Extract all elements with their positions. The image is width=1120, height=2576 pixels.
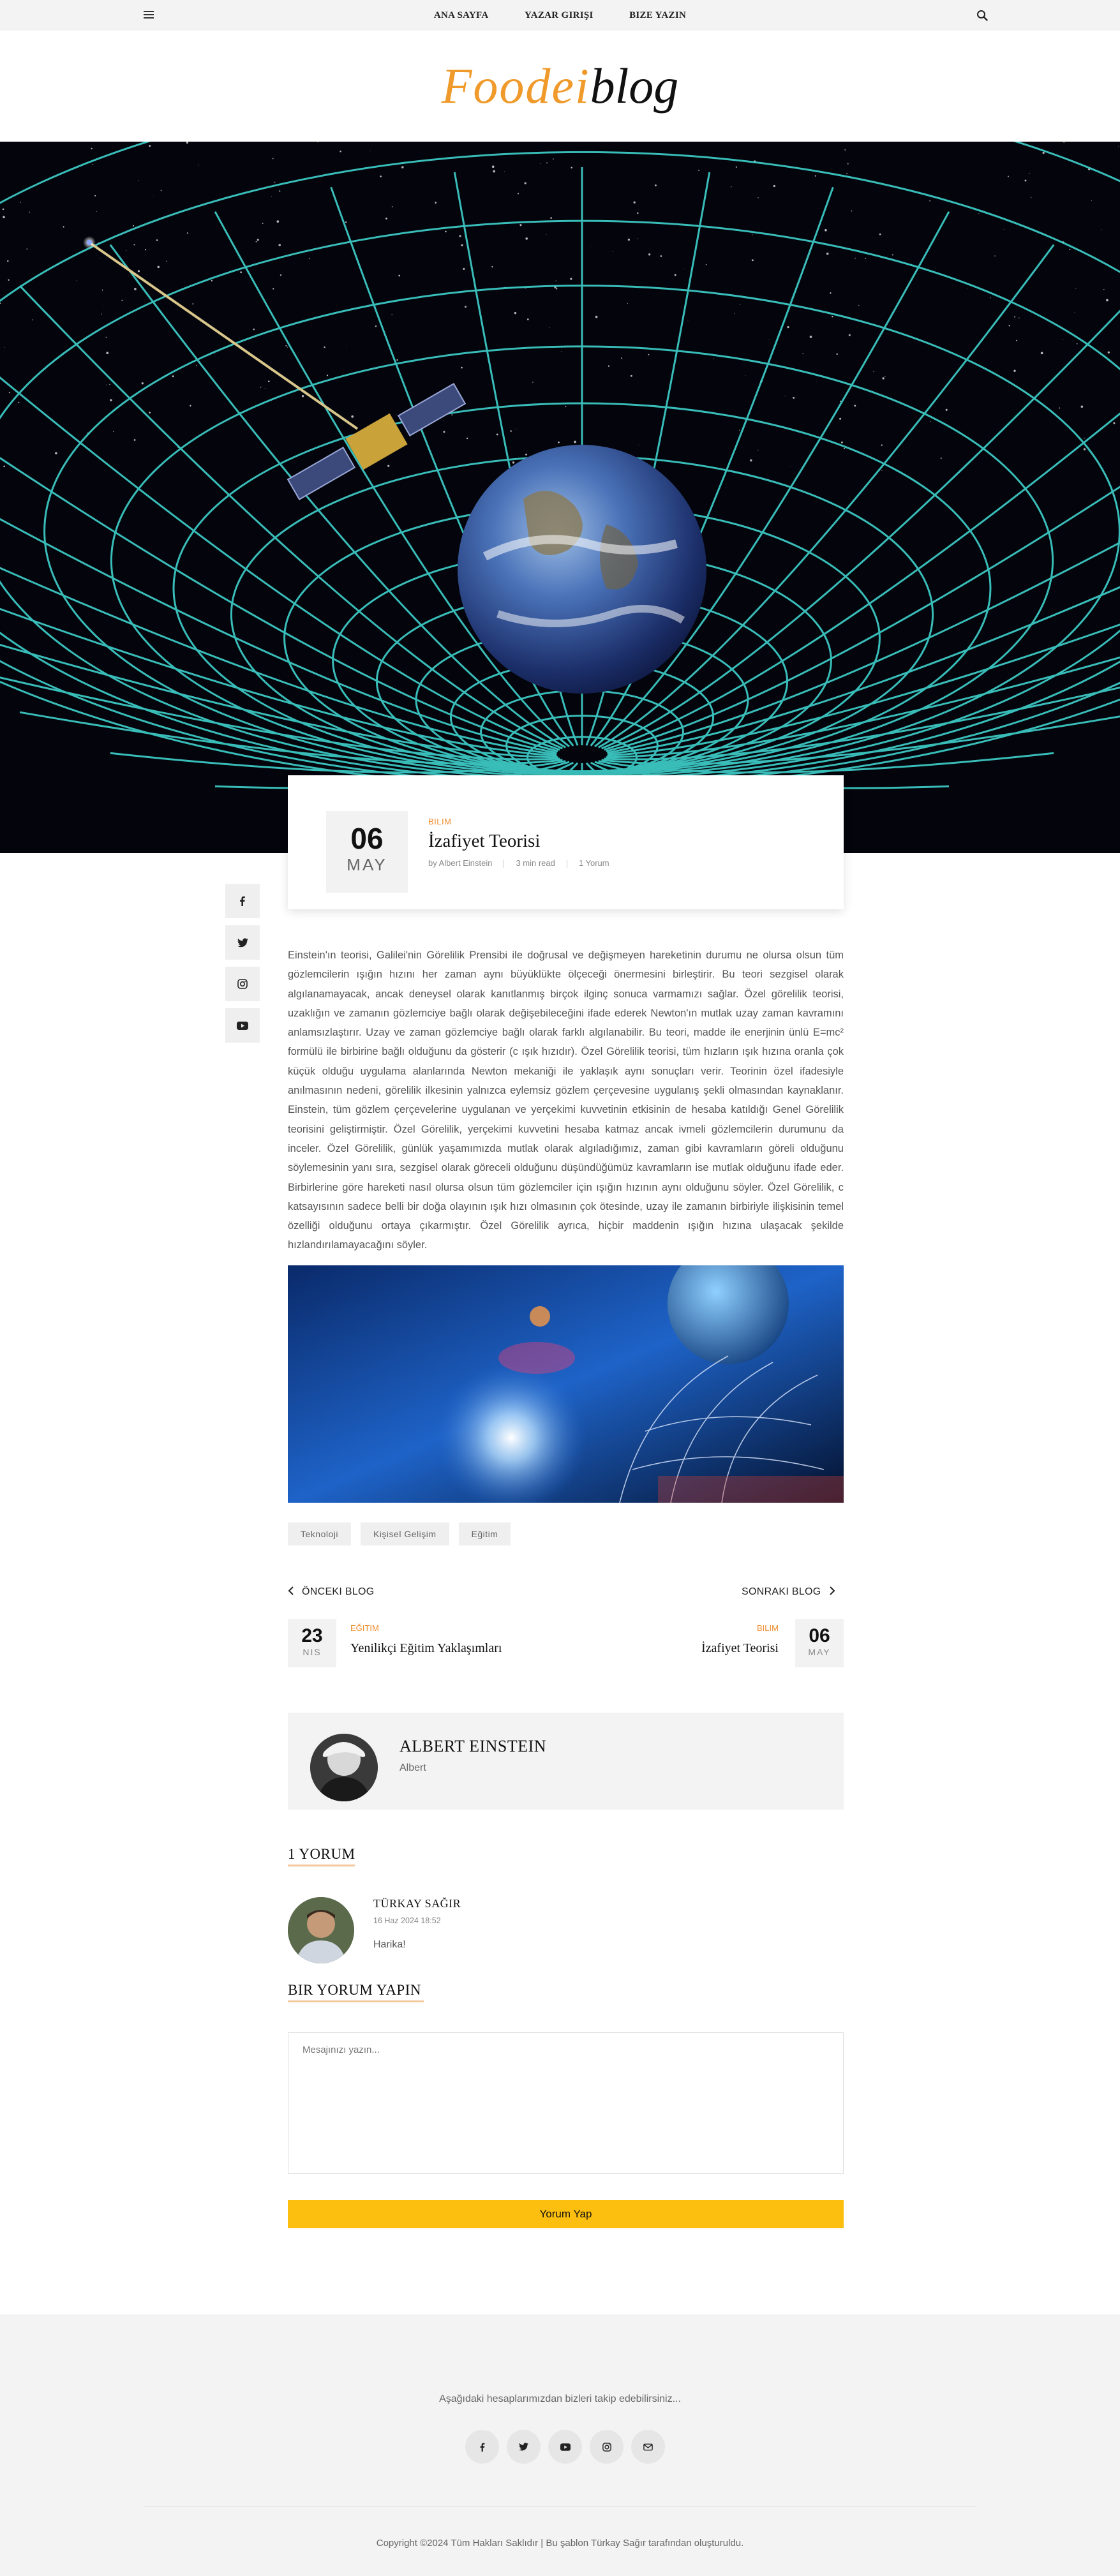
next-blog-date: 06 MAY (795, 1619, 844, 1667)
next-blog-day: 06 (809, 1625, 830, 1646)
post-date-day: 06 (350, 822, 384, 855)
share-youtube-button[interactable] (225, 1008, 260, 1043)
footer-mail-button[interactable] (631, 2430, 665, 2464)
heading-underline (288, 1865, 355, 1866)
footer: Aşağıdaki hesaplarımızdan bizleri takip … (0, 2314, 1120, 2576)
comment-textarea[interactable] (288, 2032, 844, 2174)
copyright-text: Copyright ©2024 Tüm Hakları Saklıdır | B… (376, 2538, 744, 2549)
footer-youtube-button[interactable] (548, 2430, 582, 2464)
prev-blog-link[interactable]: ÖNCEKI BLOG (288, 1586, 375, 1598)
next-blog-month: MAY (808, 1647, 831, 1657)
share-twitter-button[interactable] (225, 925, 260, 960)
article-image (288, 1265, 844, 1503)
hero-image (0, 142, 1120, 853)
footer-instagram-button[interactable] (590, 2430, 623, 2464)
comments-heading-text: 1 YORUM (288, 1846, 355, 1862)
post-comment-count[interactable]: 1 Yorum (579, 858, 609, 868)
footer-divider (144, 2506, 976, 2507)
tag-list: Teknoloji Kişisel Gelişim Eğitim (288, 1523, 520, 1545)
post-header-card: 06 MAY BILIM İzafiyet Teorisi by Albert … (288, 775, 844, 909)
comment-date: 16 Haz 2024 18:52 (373, 1916, 441, 1925)
next-blog-link[interactable]: SONRAKI BLOG (742, 1586, 835, 1598)
chevron-left-icon (288, 1586, 294, 1595)
post-read-time: 3 min read (516, 858, 555, 868)
next-blog-category[interactable]: BILIM (757, 1623, 779, 1633)
post-date-month: MAY (347, 855, 387, 874)
author-avatar (310, 1734, 378, 1801)
prev-blog-month: NIS (302, 1647, 322, 1657)
prev-blog-date: 23 NIS (288, 1619, 336, 1667)
author-box: ALBERT EINSTEIN Albert (288, 1713, 844, 1810)
post-category[interactable]: BILIM (428, 817, 451, 826)
next-blog-title[interactable]: İzafiyet Teorisi (701, 1641, 779, 1656)
post-date-box: 06 MAY (326, 811, 408, 893)
author-subtitle: Albert (399, 1762, 426, 1773)
comment-form-heading-text: BIR YORUM YAPIN (288, 1982, 421, 1998)
logo-part-1: Foodei (441, 58, 590, 114)
mail-icon (643, 2443, 653, 2450)
facebook-icon (480, 2443, 484, 2452)
main-nav: ANA SAYFA YAZAR GIRIŞI BIZE YAZIN (0, 0, 1120, 31)
prev-blog-day: 23 (301, 1625, 323, 1646)
footer-twitter-button[interactable] (507, 2430, 541, 2464)
search-icon[interactable] (976, 10, 988, 21)
youtube-icon (560, 2443, 571, 2451)
twitter-icon (237, 938, 248, 947)
prev-blog-category[interactable]: EĞITIM (350, 1623, 379, 1633)
instagram-icon (602, 2442, 611, 2452)
instagram-icon (237, 979, 248, 989)
heading-underline (288, 2000, 424, 2002)
tag-item[interactable]: Kişisel Gelişim (360, 1523, 449, 1545)
comments-heading: 1 YORUM (288, 1846, 355, 1866)
share-bar (225, 884, 260, 1050)
share-facebook-button[interactable] (225, 884, 260, 918)
prev-blog-title[interactable]: Yenilikçi Eğitim Yaklaşımları (350, 1641, 502, 1656)
comment-avatar (288, 1897, 354, 1963)
comment-text: Harika! (373, 1939, 406, 1950)
twitter-icon (519, 2443, 528, 2451)
nav-item-home[interactable]: ANA SAYFA (434, 0, 489, 31)
prev-blog-label: ÖNCEKI BLOG (302, 1586, 375, 1597)
footer-facebook-button[interactable] (465, 2430, 499, 2464)
share-instagram-button[interactable] (225, 967, 260, 1001)
post-title: İzafiyet Teorisi (428, 831, 541, 851)
tag-item[interactable]: Eğitim (458, 1523, 511, 1545)
footer-follow-text: Aşağıdaki hesaplarımızdan bizleri takip … (439, 2394, 681, 2404)
author-name: ALBERT EINSTEIN (399, 1737, 547, 1755)
logo-part-2: blog (590, 58, 679, 114)
nav-item-write-us[interactable]: BIZE YAZIN (629, 0, 686, 31)
submit-comment-button[interactable]: Yorum Yap (288, 2200, 844, 2228)
top-navbar: ANA SAYFA YAZAR GIRIŞI BIZE YAZIN (0, 0, 1120, 31)
facebook-icon (240, 896, 245, 906)
youtube-icon (237, 1021, 248, 1030)
post-meta: by Albert Einstein 3 min read 1 Yorum (428, 858, 609, 868)
post-author[interactable]: by Albert Einstein (428, 858, 492, 868)
next-blog-label: SONRAKI BLOG (742, 1586, 821, 1597)
comment-author-name: TÜRKAY SAĞIR (373, 1897, 461, 1910)
tag-item[interactable]: Teknoloji (288, 1523, 351, 1545)
nav-item-author-login[interactable]: YAZAR GIRIŞI (525, 0, 594, 31)
site-logo[interactable]: Foodeiblog (0, 57, 1120, 115)
comment-form-heading: BIR YORUM YAPIN (288, 1982, 424, 2002)
chevron-right-icon (829, 1586, 835, 1595)
article-body: Einstein'ın teorisi, Galilei'nin Görelil… (288, 949, 844, 1251)
